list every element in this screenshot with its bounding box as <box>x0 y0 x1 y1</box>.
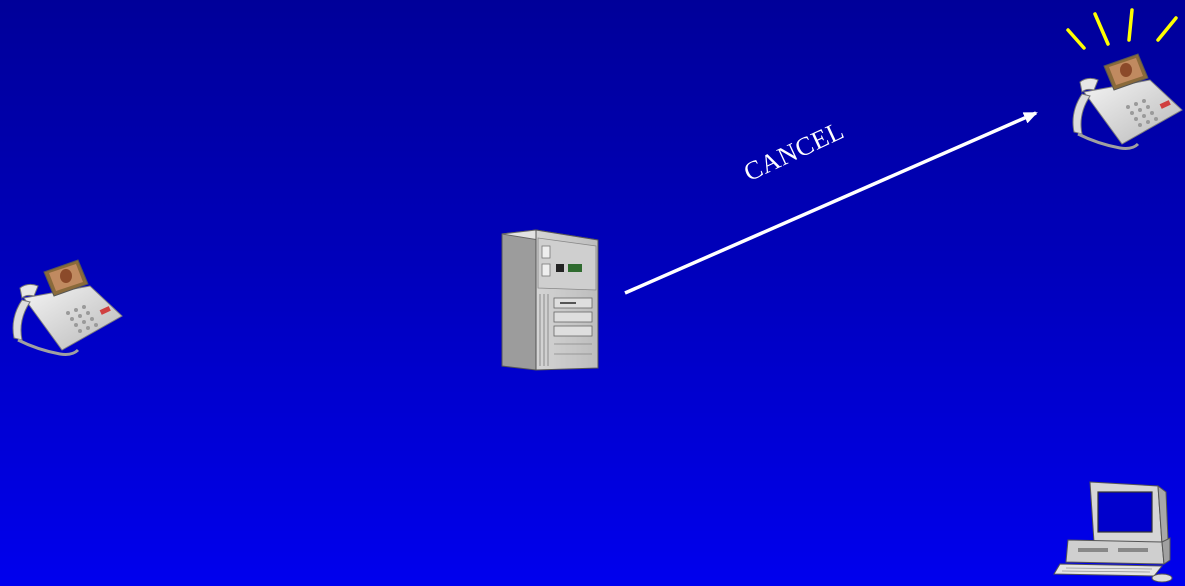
diagram-canvas <box>12 8 1183 583</box>
desktop-computer-icon <box>1053 481 1173 583</box>
ringing-indicator-icon <box>1066 8 1178 50</box>
callee-video-phone-icon <box>1072 53 1183 150</box>
diagram-slide: CANCEL <box>0 0 1185 586</box>
proxy-server-tower-icon <box>501 229 599 371</box>
caller-video-phone-icon <box>12 259 123 356</box>
